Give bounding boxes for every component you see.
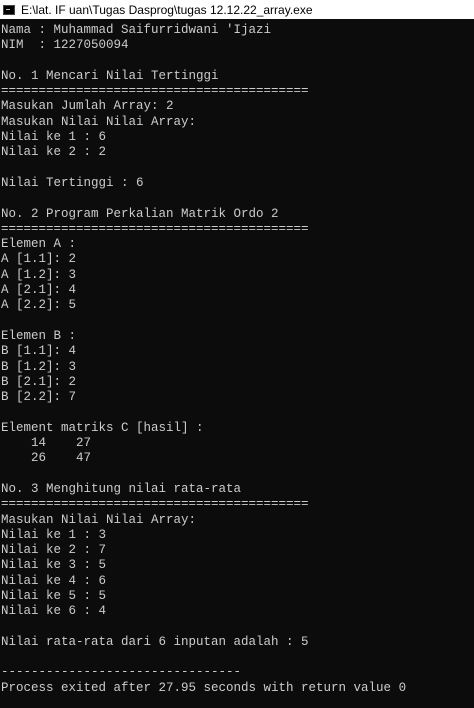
console-line: A [2.1]: 4 — [1, 283, 77, 298]
console-line: ========================================… — [1, 497, 309, 512]
console-line: NIM : 1227050094 — [1, 38, 129, 53]
console-line: No. 3 Menghitung nilai rata-rata — [1, 481, 242, 496]
console-line: Nama : Muhammad Saifurridwani 'Ijazi — [1, 23, 272, 37]
console-line: B [2.1]: 2 — [1, 374, 77, 389]
console-line: B [1.2]: 3 — [1, 359, 77, 374]
console-line: Process exited after 27.95 seconds with … — [1, 680, 407, 695]
console-line: No. 1 Mencari Nilai Tertinggi — [1, 68, 219, 83]
console-line: Masukan Nilai Nilai Array: — [1, 512, 197, 527]
console-line: A [2.2]: 5 — [1, 298, 77, 313]
console-line: Nilai ke 2 : 7 — [1, 543, 107, 558]
console-line: Nilai ke 3 : 5 — [1, 558, 107, 573]
console-line: 14 27 — [1, 436, 92, 451]
console-line: No. 2 Program Perkalian Matrik Ordo 2 — [1, 206, 279, 221]
console-line: Nilai ke 6 : 4 — [1, 604, 107, 619]
console-line: Nilai ke 2 : 2 — [1, 145, 107, 160]
console-line: Nilai Tertinggi : 6 — [1, 175, 144, 190]
console-line: Element matriks C [hasil] : — [1, 420, 204, 435]
console-output[interactable]: Nama : Muhammad Saifurridwani 'Ijazi NIM … — [0, 23, 474, 708]
console-line: A [1.2]: 3 — [1, 267, 77, 282]
console-line: 26 47 — [1, 451, 92, 466]
console-app-icon — [3, 4, 15, 15]
console-line: A [1.1]: 2 — [1, 252, 77, 267]
console-line: B [2.2]: 7 — [1, 390, 77, 405]
console-line: ========================================… — [1, 84, 309, 99]
console-line: Nilai ke 1 : 6 — [1, 130, 107, 145]
console-line: Nilai rata-rata dari 6 inputan adalah : … — [1, 634, 309, 649]
console-line: Nilai ke 4 : 6 — [1, 573, 107, 588]
console-line: Nilai ke 1 : 3 — [1, 527, 107, 542]
console-window: E:\lat. IF uan\Tugas Dasprog\tugas 12.12… — [0, 0, 474, 708]
console-line: B [1.1]: 4 — [1, 344, 77, 359]
console-line: Masukan Nilai Nilai Array: — [1, 114, 197, 129]
console-line: Nilai ke 5 : 5 — [1, 588, 107, 603]
console-line: -------------------------------- — [1, 665, 242, 680]
window-title: E:\lat. IF uan\Tugas Dasprog\tugas 12.12… — [21, 2, 313, 17]
title-bar[interactable]: E:\lat. IF uan\Tugas Dasprog\tugas 12.12… — [0, 0, 474, 19]
console-line: ========================================… — [1, 221, 309, 236]
console-line: Elemen B : — [1, 328, 77, 343]
console-line: Masukan Jumlah Array: 2 — [1, 99, 174, 114]
console-line: Elemen A : — [1, 237, 77, 252]
